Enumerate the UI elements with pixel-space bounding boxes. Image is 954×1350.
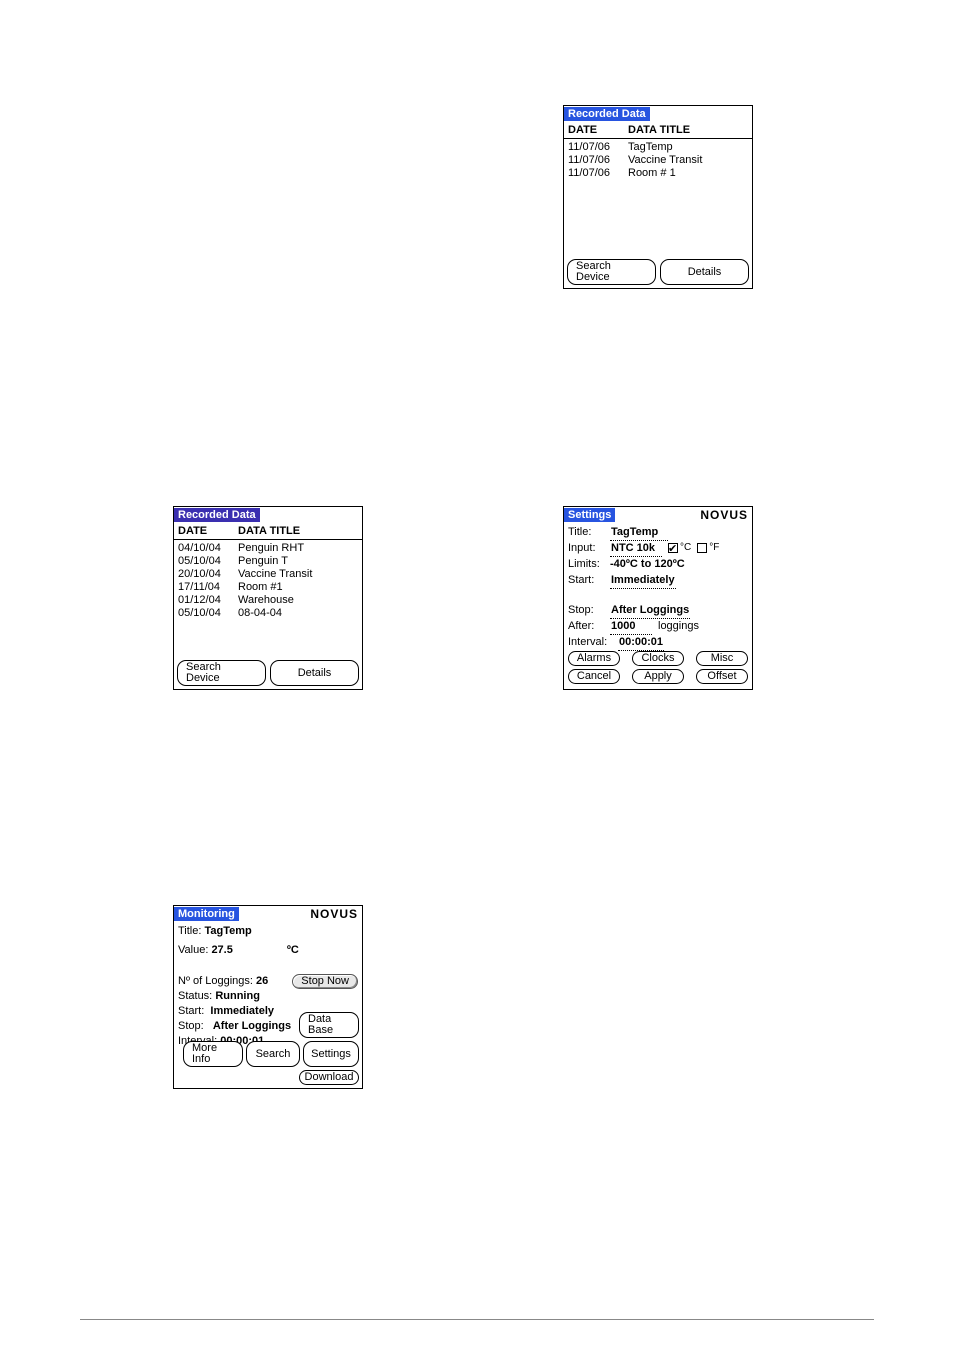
list-item[interactable]: 01/12/04Warehouse xyxy=(178,594,358,607)
titlebar: Monitoring NOVUS xyxy=(174,906,362,921)
value-label: Value: xyxy=(178,943,208,958)
status-value: Running xyxy=(215,989,260,1004)
start-field[interactable]: Immediately xyxy=(610,572,676,589)
column-date: DATE xyxy=(568,124,628,136)
brand-logo: NOVUS xyxy=(310,907,362,921)
button-bar: Alarms Clocks Misc Cancel Apply Offset xyxy=(564,648,752,687)
details-button[interactable]: Details xyxy=(660,259,749,285)
title-field[interactable]: TagTemp xyxy=(610,524,668,541)
nlogs-value: 26 xyxy=(256,974,268,989)
database-button[interactable]: Data Base xyxy=(299,1012,359,1038)
settings-window: Settings NOVUS Title: TagTemp Input: NTC… xyxy=(563,506,753,690)
column-headers: DATE DATA TITLE xyxy=(174,522,362,540)
status-label: Status: xyxy=(178,989,212,1004)
settings-form: Title: TagTemp Input: NTC 10k °C °F Limi… xyxy=(564,522,752,652)
monitoring-window: Monitoring NOVUS Title: TagTemp Value: 2… xyxy=(173,905,363,1089)
cancel-button[interactable]: Cancel xyxy=(568,669,620,684)
search-device-button[interactable]: Search Device xyxy=(177,660,266,686)
title-label: Title: xyxy=(178,924,201,939)
apply-button[interactable]: Apply xyxy=(632,669,684,684)
window-title: Recorded Data xyxy=(174,508,260,522)
fahrenheit-label: °F xyxy=(709,540,719,556)
column-headers: DATE DATA TITLE xyxy=(564,121,752,139)
titlebar: Settings NOVUS xyxy=(564,507,752,522)
data-list: 04/10/04Penguin RHT 05/10/04Penguin T 20… xyxy=(174,540,362,622)
clocks-button[interactable]: Clocks xyxy=(632,651,684,666)
download-button[interactable]: Download xyxy=(299,1070,359,1085)
input-field[interactable]: NTC 10k xyxy=(610,540,662,557)
list-item[interactable]: 04/10/04Penguin RHT xyxy=(178,542,358,555)
titlebar: Recorded Data xyxy=(564,106,752,121)
limits-value: -40ºC to 120ºC xyxy=(610,556,685,572)
window-title: Settings xyxy=(564,508,615,522)
list-item[interactable]: 11/07/06TagTemp xyxy=(568,141,748,154)
button-bar: Search Device Details xyxy=(567,259,749,285)
list-item[interactable]: 20/10/04Vaccine Transit xyxy=(178,568,358,581)
limits-label: Limits: xyxy=(568,556,610,572)
window-title: Monitoring xyxy=(174,907,239,921)
after-label: After: xyxy=(568,618,610,634)
button-bar: Data Base More Info Search Settings Down… xyxy=(177,1012,359,1085)
nlogs-label: Nº of Loggings: xyxy=(178,974,253,989)
start-label: Start: xyxy=(568,572,610,588)
data-list: 11/07/06TagTemp 11/07/06Vaccine Transit … xyxy=(564,139,752,182)
brand-logo: NOVUS xyxy=(700,508,752,522)
stop-now-button[interactable]: Stop Now xyxy=(292,974,358,989)
details-button[interactable]: Details xyxy=(270,660,359,686)
after-field[interactable]: 1000 xyxy=(610,618,652,635)
search-button[interactable]: Search xyxy=(246,1041,300,1067)
input-label: Input: xyxy=(568,540,610,556)
celsius-checkbox[interactable] xyxy=(668,543,678,553)
fahrenheit-checkbox[interactable] xyxy=(697,543,707,553)
list-item[interactable]: 05/10/04Penguin T xyxy=(178,555,358,568)
title-label: Title: xyxy=(568,524,610,540)
list-item[interactable]: 17/11/04Room #1 xyxy=(178,581,358,594)
recorded-data-window-1: Recorded Data DATE DATA TITLE 11/07/06Ta… xyxy=(563,105,753,289)
celsius-label: °C xyxy=(680,540,691,556)
stop-field[interactable]: After Loggings xyxy=(610,602,690,619)
stop-label: Stop: xyxy=(568,602,610,618)
settings-button[interactable]: Settings xyxy=(303,1041,359,1067)
list-item[interactable]: 11/07/06Vaccine Transit xyxy=(568,154,748,167)
recorded-data-window-2: Recorded Data DATE DATA TITLE 04/10/04Pe… xyxy=(173,506,363,690)
title-value: TagTemp xyxy=(205,924,252,939)
search-device-button[interactable]: Search Device xyxy=(567,259,656,285)
list-item[interactable]: 11/07/06Room # 1 xyxy=(568,167,748,180)
offset-button[interactable]: Offset xyxy=(696,669,748,684)
column-title: DATA TITLE xyxy=(628,124,690,136)
titlebar: Recorded Data xyxy=(174,507,362,522)
window-title: Recorded Data xyxy=(564,107,650,121)
moreinfo-button[interactable]: More Info xyxy=(183,1041,243,1067)
after-suffix: loggings xyxy=(658,618,699,634)
column-date: DATE xyxy=(178,525,238,537)
footer-rule xyxy=(80,1319,874,1320)
button-bar: Search Device Details xyxy=(177,660,359,686)
list-item[interactable]: 05/10/0408-04-04 xyxy=(178,607,358,620)
value-reading: 27.5 xyxy=(211,943,232,958)
misc-button[interactable]: Misc xyxy=(696,651,748,666)
column-title: DATA TITLE xyxy=(238,525,300,537)
value-unit: ºC xyxy=(287,943,299,958)
alarms-button[interactable]: Alarms xyxy=(568,651,620,666)
